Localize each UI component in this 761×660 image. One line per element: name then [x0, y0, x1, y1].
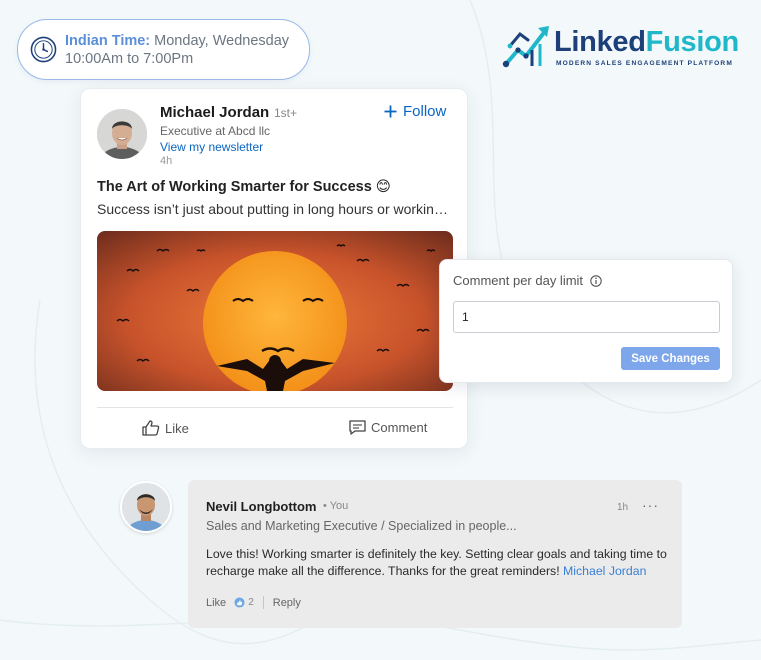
clock-icon — [30, 36, 57, 63]
time-days: Monday, Wednesday — [150, 32, 290, 49]
post-card: Michael Jordan 1st+ Executive at Abcd ll… — [80, 88, 468, 449]
post-timestamp: 4h — [160, 155, 173, 167]
follow-button[interactable]: Follow — [384, 103, 446, 120]
sunset-illustration — [97, 231, 453, 391]
you-badge: • You — [323, 500, 349, 512]
comment-text: Love this! Working smarter is definitely… — [206, 546, 674, 580]
more-options-button[interactable]: ··· — [642, 497, 659, 513]
linkedfusion-logo: LinkedFusion MODERN SALES ENGAGEMENT PLA… — [502, 20, 739, 72]
post-title: The Art of Working Smarter for Success 😊 — [97, 179, 391, 195]
newsletter-link[interactable]: View my newsletter — [160, 140, 263, 154]
thumbs-up-icon — [142, 420, 160, 436]
author-name[interactable]: Michael Jordan — [160, 104, 269, 121]
mention-link[interactable]: Michael Jordan — [563, 564, 646, 578]
working-hours-text: Indian Time: Monday, Wednesday 10:00Am t… — [65, 32, 289, 68]
logo-wordmark: LinkedFusion — [554, 26, 739, 59]
commenter-headline: Sales and Marketing Executive / Speciali… — [206, 519, 517, 533]
time-label: Indian Time: — [65, 32, 151, 49]
comment-like-button[interactable]: Like — [206, 597, 226, 609]
commenter-avatar[interactable] — [120, 481, 172, 533]
post-divider — [97, 407, 453, 408]
commenter-name[interactable]: Nevil Longbottom — [206, 499, 317, 514]
like-button[interactable]: Like — [142, 420, 189, 436]
like-label: Like — [165, 420, 189, 436]
author-headline: Executive at Abcd llc — [160, 124, 271, 138]
author-avatar[interactable] — [97, 109, 147, 159]
comment-limit-card: Comment per day limit Save Changes — [439, 259, 733, 383]
plus-icon — [384, 105, 397, 118]
comment-button[interactable]: Comment — [349, 420, 427, 435]
reaction-icon — [234, 597, 245, 608]
comment-timestamp: 1h — [617, 502, 629, 513]
save-changes-button[interactable]: Save Changes — [621, 347, 720, 370]
logo-tagline: MODERN SALES ENGAGEMENT PLATFORM — [556, 60, 733, 67]
comment-label: Comment — [371, 420, 428, 435]
post-body[interactable]: Success isn’t just about putting in long… — [97, 201, 449, 217]
post-image-sunset[interactable] — [97, 231, 453, 391]
comment-limit-input[interactable] — [453, 301, 720, 333]
author-photo — [97, 109, 147, 159]
time-hours: 10:00Am to 7:00Pm — [65, 50, 194, 67]
working-hours-pill: Indian Time: Monday, Wednesday 10:00Am t… — [17, 19, 310, 80]
logo-mark-icon — [502, 26, 549, 68]
commenter-photo — [122, 483, 170, 531]
comment-actions: Like 2 Reply — [206, 596, 301, 609]
connection-degree: 1st+ — [274, 106, 298, 120]
reaction-count: 2 — [248, 597, 254, 608]
logo-word-part2: Fusion — [645, 26, 740, 58]
comment-limit-label: Comment per day limit — [453, 273, 602, 288]
reply-comment: Nevil Longbottom • You 1h ··· Sales and … — [188, 480, 682, 628]
comment-limit-label-text: Comment per day limit — [453, 273, 584, 288]
info-icon[interactable] — [590, 274, 602, 287]
comment-icon — [349, 420, 366, 435]
follow-label: Follow — [403, 103, 447, 120]
action-separator — [262, 596, 264, 609]
logo-word-part1: Linked — [554, 26, 646, 58]
reply-button[interactable]: Reply — [273, 597, 301, 609]
